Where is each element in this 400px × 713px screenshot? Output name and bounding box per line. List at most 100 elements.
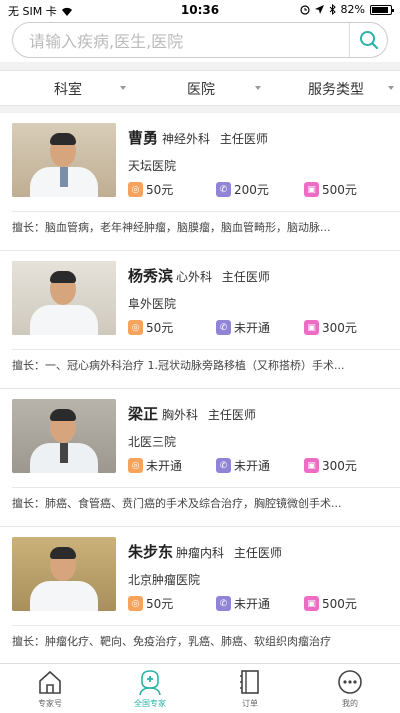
doctor-title: 主任医师 [221,270,270,284]
caret-down-icon [388,86,394,90]
video-consult-price[interactable]: ▣ 300元 [304,319,357,336]
price-value: 50元 [146,597,174,611]
doctor-dept-title: 肿瘤内科 主任医师 [176,544,282,561]
phone-consult-price[interactable]: ✆ 未开通 [216,319,270,336]
video-consult-price[interactable]: ▣ 500元 [304,595,357,612]
filter-hospital-label: 医院 [187,82,215,98]
price-row: ◎ 未开通 ✆ 未开通 ▣ 300元 [128,457,396,475]
doctor-hospital: 天坛医院 [128,159,177,173]
doctor-dept: 肿瘤内科 [176,546,225,560]
doctor-dept-title: 心外科 主任医师 [176,268,270,285]
doctor-card[interactable]: 杨秀滨 心外科 主任医师 阜外医院 ◎ 50元 ✆ 未开通 ▣ 300元 擅长：一、冠… [0,251,400,389]
phone-icon: ✆ [216,320,231,335]
doctor-icon [139,670,161,696]
alarm-icon [299,4,310,15]
doctor-specialty: 擅长：肺癌、食管癌、贲门癌的手术及综合治疗，胸腔镜微创手术... [12,497,342,510]
doctor-dept: 神经外科 [162,132,211,146]
doctor-name: 曹勇 [128,129,159,147]
price-value: 50元 [146,183,174,197]
chat-icon: ◎ [128,596,143,611]
video-icon: ▣ [304,458,319,473]
video-icon: ▣ [304,596,319,611]
doctor-dept-title: 神经外科 主任医师 [162,130,268,147]
phone-consult-price[interactable]: ✆ 未开通 [216,595,270,612]
battery-percent: 82% [340,3,365,16]
price-value: 500元 [322,597,357,611]
text-consult-price[interactable]: ◎ 50元 [128,319,173,336]
tab-national-experts[interactable]: 全国专家 [100,668,200,712]
text-consult-price[interactable]: ◎ 50元 [128,595,173,612]
filter-hospital[interactable]: 医院 [187,71,261,107]
search-button[interactable] [349,23,387,57]
phone-consult-price[interactable]: ✆ 200元 [216,181,269,198]
price-value: 300元 [322,459,357,473]
doctor-card[interactable]: 朱步东 肿瘤内科 主任医师 北京肿瘤医院 ◎ 50元 ✆ 未开通 ▣ 500元 擅长：… [0,527,400,665]
caret-down-icon [120,86,126,90]
notebook-icon [240,670,259,694]
doctor-specialty: 擅长：肿瘤化疗、靶向、免疫治疗，乳癌、肺癌、软组织肉瘤治疗 [12,635,331,648]
phone-icon: ✆ [216,596,231,611]
doctor-hospital: 阜外医院 [128,297,177,311]
doctor-list: 曹勇 神经外科 主任医师 天坛医院 ◎ 50元 ✆ 200元 ▣ 500元 擅长：脑血… [0,113,400,665]
filter-bar: 科室 医院 服务类型 [0,70,400,106]
search-area [0,20,400,62]
caret-down-icon [255,86,261,90]
tab-label: 全国专家 [134,699,166,708]
doctor-photo [12,123,116,197]
search-input[interactable] [29,30,339,52]
search-box[interactable] [12,22,388,58]
video-icon: ▣ [304,320,319,335]
price-value: 500元 [322,183,357,197]
price-value: 未开通 [234,597,271,611]
tab-expert-number[interactable]: 专家号 [0,668,100,712]
doctor-specialty: 擅长：一、冠心病外科治疗 1.冠状动脉旁路移植（又称搭桥）手术... [12,359,345,372]
home-icon [39,670,61,694]
doctor-photo [12,399,116,473]
doctor-dept-title: 胸外科 主任医师 [162,406,256,423]
filter-service-type[interactable]: 服务类型 [308,71,394,107]
status-right: 82% [299,3,394,16]
price-value: 50元 [146,321,174,335]
doctor-specialty: 擅长：脑血管病，老年神经肿瘤，脑膜瘤，脑血管畸形，脑动脉... [12,221,331,234]
phone-icon: ✆ [216,458,231,473]
price-value: 300元 [322,321,357,335]
doctor-hospital: 北京肿瘤医院 [128,573,201,587]
bluetooth-icon [329,4,336,15]
divider [12,349,400,350]
location-icon [314,5,324,14]
text-consult-price[interactable]: ◎ 50元 [128,181,173,198]
tab-label: 我的 [342,699,358,708]
filter-department[interactable]: 科室 [54,71,126,107]
price-value: 200元 [234,183,269,197]
more-icon [338,670,362,694]
doctor-name: 朱步东 [128,543,174,561]
video-consult-price[interactable]: ▣ 500元 [304,181,357,198]
divider [12,625,400,626]
doctor-photo [12,537,116,611]
video-consult-price[interactable]: ▣ 300元 [304,457,357,474]
divider [12,211,400,212]
video-icon: ▣ [304,182,319,197]
price-value: 未开通 [234,459,271,473]
doctor-dept: 胸外科 [162,408,199,422]
divider [12,487,400,488]
tab-orders[interactable]: 订单 [200,668,300,712]
tab-bar: 专家号 全国专家 订单 我的 [0,663,400,713]
doctor-hospital: 北医三院 [128,435,177,449]
doctor-card[interactable]: 曹勇 神经外科 主任医师 天坛医院 ◎ 50元 ✆ 200元 ▣ 500元 擅长：脑血… [0,113,400,251]
chat-icon: ◎ [128,458,143,473]
price-row: ◎ 50元 ✆ 未开通 ▣ 300元 [128,319,396,337]
doctor-title: 主任医师 [207,408,256,422]
price-row: ◎ 50元 ✆ 200元 ▣ 500元 [128,181,396,199]
battery-icon [370,4,394,15]
chat-icon: ◎ [128,320,143,335]
status-bar: 无 SIM 卡 10:36 82% [0,0,400,20]
phone-consult-price[interactable]: ✆ 未开通 [216,457,270,474]
tab-mine[interactable]: 我的 [300,668,400,712]
filter-service-type-label: 服务类型 [308,82,364,98]
filter-department-label: 科室 [54,82,82,98]
text-consult-price[interactable]: ◎ 未开通 [128,457,182,474]
doctor-card[interactable]: 梁正 胸外科 主任医师 北医三院 ◎ 未开通 ✆ 未开通 ▣ 300元 擅长：肺癌、食… [0,389,400,527]
doctor-title: 主任医师 [233,546,282,560]
phone-icon: ✆ [216,182,231,197]
